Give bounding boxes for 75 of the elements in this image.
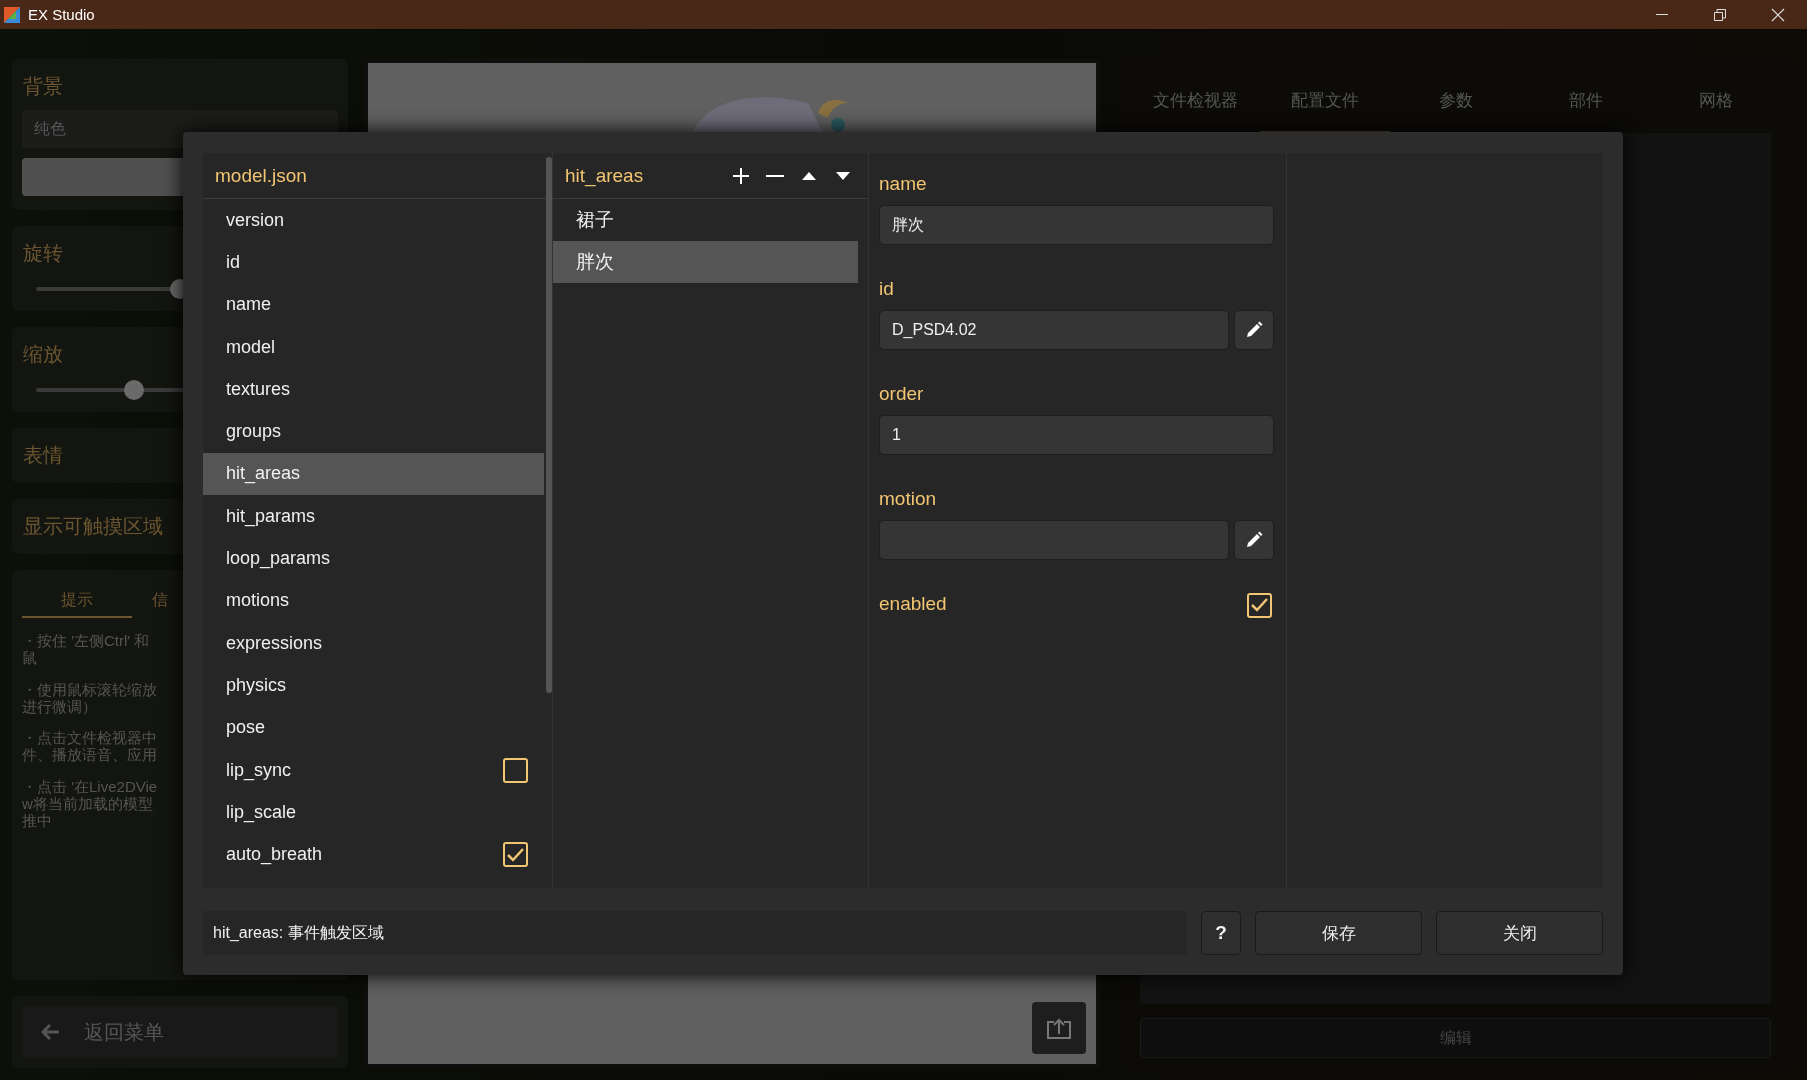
- input-field[interactable]: D_PSD4.02: [879, 310, 1229, 350]
- key-item[interactable]: physics: [203, 664, 544, 707]
- edit-button[interactable]: [1234, 520, 1274, 560]
- key-label: physics: [226, 674, 287, 696]
- key-label: lip_scale: [226, 801, 297, 823]
- key-item[interactable]: lip_scale: [203, 791, 544, 834]
- pencil-icon: [1245, 531, 1263, 549]
- section-label: 显示可触摸区域: [22, 514, 163, 539]
- restore-icon: [1714, 8, 1726, 21]
- key-item[interactable]: hit_areas: [203, 452, 544, 496]
- export-icon: [1046, 1016, 1072, 1040]
- key-label: motions: [226, 590, 290, 612]
- key-item[interactable]: pose: [203, 706, 544, 749]
- slider-thumb[interactable]: [123, 380, 144, 400]
- edit-button[interactable]: [1234, 310, 1274, 350]
- file-header: model.json: [215, 164, 308, 187]
- field-label: enabled: [879, 593, 947, 615]
- key-item[interactable]: textures: [203, 368, 544, 411]
- input-field[interactable]: 胖次: [879, 205, 1274, 245]
- array-header: hit_areas: [565, 164, 645, 187]
- key-label: pose: [226, 717, 266, 739]
- key-label: model: [226, 336, 276, 358]
- minimize-icon: [1656, 13, 1668, 16]
- close-button[interactable]: 关闭: [1436, 911, 1603, 955]
- key-label: auto_breath: [226, 844, 323, 866]
- field-label: id: [879, 278, 895, 300]
- triangle-up-icon: [802, 171, 816, 180]
- help-button[interactable]: ?: [1201, 911, 1241, 955]
- key-item[interactable]: version: [203, 199, 544, 242]
- key-item[interactable]: name: [203, 283, 544, 326]
- tip-text: ・点击文件检视器中件、播放语音、应用: [22, 729, 158, 764]
- plus-icon: [732, 166, 750, 185]
- key-label: expressions: [226, 632, 323, 654]
- key-item[interactable]: id: [203, 241, 544, 284]
- field-label: order: [879, 383, 925, 405]
- key-item[interactable]: auto_breath: [203, 833, 544, 876]
- window-title: EX Studio: [28, 6, 96, 23]
- arrow-left-icon: [40, 1023, 60, 1041]
- check-icon: [507, 847, 524, 862]
- status-text: hit_areas: 事件触发区域: [203, 911, 1187, 955]
- key-item[interactable]: model: [203, 325, 544, 369]
- tip-text: ・使用鼠标滚轮缩放进行微调）: [22, 680, 158, 715]
- triangle-down-icon: [836, 171, 850, 180]
- app-logo-icon: [2, 4, 22, 25]
- tip-text: ・点击 '在Live2DView将当前加载的模型推中: [22, 777, 159, 830]
- export-button[interactable]: [1032, 1002, 1086, 1054]
- tip-text: ・按住 '左侧Ctrl' 和鼠: [22, 632, 151, 667]
- key-label: textures: [226, 378, 291, 400]
- section-label: 表情: [22, 443, 63, 468]
- key-label: id: [226, 251, 240, 273]
- section-label: 缩放: [22, 342, 63, 367]
- minus-icon: [766, 174, 784, 177]
- key-label: hit_params: [226, 505, 316, 527]
- save-button[interactable]: 保存: [1255, 911, 1422, 955]
- check-icon: [1251, 598, 1268, 612]
- array-entry[interactable]: 裙子: [553, 199, 858, 241]
- scrollbar[interactable]: [546, 157, 552, 693]
- checkbox[interactable]: [1247, 592, 1272, 618]
- input-field[interactable]: 1: [879, 415, 1274, 455]
- section-label: 背景: [22, 74, 63, 99]
- pencil-icon: [1245, 321, 1263, 339]
- key-label: name: [226, 294, 272, 316]
- array-entry[interactable]: 胖次: [553, 241, 858, 283]
- key-label: lip_sync: [226, 759, 292, 781]
- checkbox[interactable]: [503, 757, 528, 783]
- key-item[interactable]: motions: [203, 579, 544, 622]
- close-icon: [1771, 7, 1785, 22]
- section-label: 旋转: [22, 241, 63, 266]
- key-item[interactable]: expressions: [203, 621, 544, 665]
- key-item[interactable]: lip_sync: [203, 748, 544, 792]
- field-label: motion: [879, 488, 938, 510]
- checkbox[interactable]: [503, 842, 528, 868]
- key-label: hit_areas: [226, 463, 301, 485]
- field-label: name: [879, 173, 928, 195]
- key-label: version: [226, 209, 285, 231]
